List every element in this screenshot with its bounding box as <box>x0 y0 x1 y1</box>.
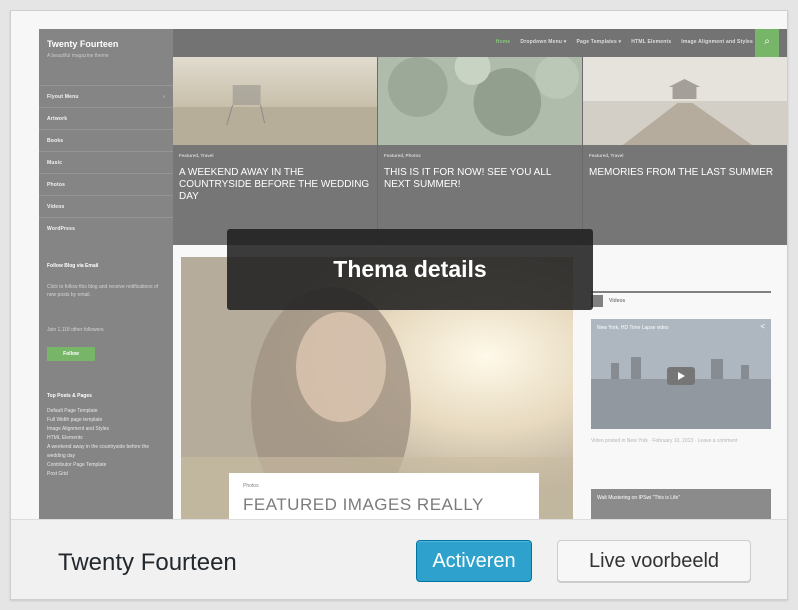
preview-widget-text: Click to follow this blog and receive no… <box>47 284 159 298</box>
preview-featured-post: Featured, Travel A weekend away in the c… <box>173 57 378 245</box>
preview-menu-item: Photos <box>39 173 173 195</box>
preview-top-post: Full Width page template <box>47 417 103 423</box>
live-preview-button[interactable]: Live voorbeeld <box>557 540 751 582</box>
preview-menu-item: Books <box>39 129 173 151</box>
featured-image-plants <box>378 57 582 145</box>
preview-top-post: A weekend away in the countryside before… <box>47 444 150 459</box>
video-title: Walt Mustering on IPSwi "This is Life" <box>597 495 681 501</box>
featured-category: Featured, Photos <box>384 153 421 158</box>
search-icon: ⌕ <box>755 29 779 57</box>
preview-top-post: HTML Elements <box>47 435 83 441</box>
chevron-right-icon: › <box>163 94 165 100</box>
preview-menu-item: WordPress <box>39 217 173 239</box>
preview-menu-item: Artwork <box>39 107 173 129</box>
theme-card-footer: Twenty Fourteen Activeren Live voorbeeld <box>11 519 787 599</box>
featured-title: This is it for now! See you all next sum… <box>384 167 552 190</box>
preview-nav-menu: Home Dropdown Menu ▾ Page Templates ▾ HT… <box>496 39 753 45</box>
preview-sidebar: Twenty Fourteen A beautiful magazine the… <box>39 29 173 519</box>
video-title: New York, HD Time Lapse video <box>597 325 669 331</box>
play-icon <box>667 367 695 385</box>
preview-top-posts-list: Default Page Template Full Width page te… <box>47 407 167 479</box>
theme-name: Twenty Fourteen <box>58 549 237 576</box>
preview-top-posts-title: Top Posts & Pages <box>47 393 92 399</box>
videos-label: Videos <box>609 298 626 304</box>
activate-button[interactable]: Activeren <box>416 540 532 582</box>
preview-follow-button: Follow <box>47 347 95 361</box>
featured-image-pier <box>583 57 787 145</box>
preview-top-post: Contributor Page Template <box>47 462 107 468</box>
post-category: Photos <box>243 483 259 489</box>
preview-featured-grid: Featured, Travel A weekend away in the c… <box>173 57 787 245</box>
featured-category: Featured, Travel <box>179 153 214 158</box>
preview-widget-title: Follow Blog via Email <box>47 263 99 269</box>
preview-top-nav: Home Dropdown Menu ▾ Page Templates ▾ HT… <box>173 29 787 57</box>
featured-title: A weekend away in the countryside before… <box>179 167 370 202</box>
preview-nav-item: Image Alignment and Styles <box>681 39 753 45</box>
featured-category: Featured, Travel <box>589 153 624 158</box>
preview-menu-item: Music <box>39 151 173 173</box>
preview-top-post: Default Page Template <box>47 408 98 414</box>
preview-menu-item: Videos <box>39 195 173 217</box>
videos-widget-header: Videos <box>591 291 771 307</box>
video-player: New York, HD Time Lapse video < <box>591 319 771 429</box>
video-meta: Video posted in New York · February 10, … <box>591 438 738 444</box>
post-title: FEATURED IMAGES REALLY <box>243 495 484 514</box>
preview-top-post: Post Grid <box>47 471 68 477</box>
preview-nav-item: Page Templates ▾ <box>576 39 622 45</box>
preview-join-text: Join 1,118 other followers <box>47 327 104 333</box>
theme-details-overlay[interactable]: Thema details <box>227 229 593 310</box>
preview-featured-post: Featured, Travel Memories from the last … <box>583 57 787 245</box>
preview-right-sidebar: Videos New York, HD Time Lapse video < V… <box>591 281 771 519</box>
preview-sidebar-menu: Flyout Menu › Artwork Books Music Photos … <box>39 85 173 239</box>
preview-nav-item: Dropdown Menu ▾ <box>520 39 567 45</box>
preview-featured-post: Featured, Photos This is it for now! See… <box>378 57 583 245</box>
featured-image-meadow <box>173 57 377 145</box>
preview-top-post: Image Alignment and Styles <box>47 426 109 432</box>
preview-nav-item: Home <box>495 39 511 45</box>
featured-title: Memories from the last summer <box>589 167 774 178</box>
preview-nav-item: HTML Elements <box>631 39 672 45</box>
preview-menu-item: Flyout Menu › <box>39 85 173 107</box>
preview-site-description: A beautiful magazine theme <box>47 53 109 59</box>
preview-post-card: Photos FEATURED IMAGES REALLY <box>229 473 539 519</box>
theme-card[interactable]: Twenty Fourteen A beautiful magazine the… <box>10 10 788 600</box>
video-player-2: Walt Mustering on IPSwi "This is Life" <box>591 489 771 519</box>
preview-site-title: Twenty Fourteen <box>47 39 119 49</box>
share-icon: < <box>760 322 765 331</box>
